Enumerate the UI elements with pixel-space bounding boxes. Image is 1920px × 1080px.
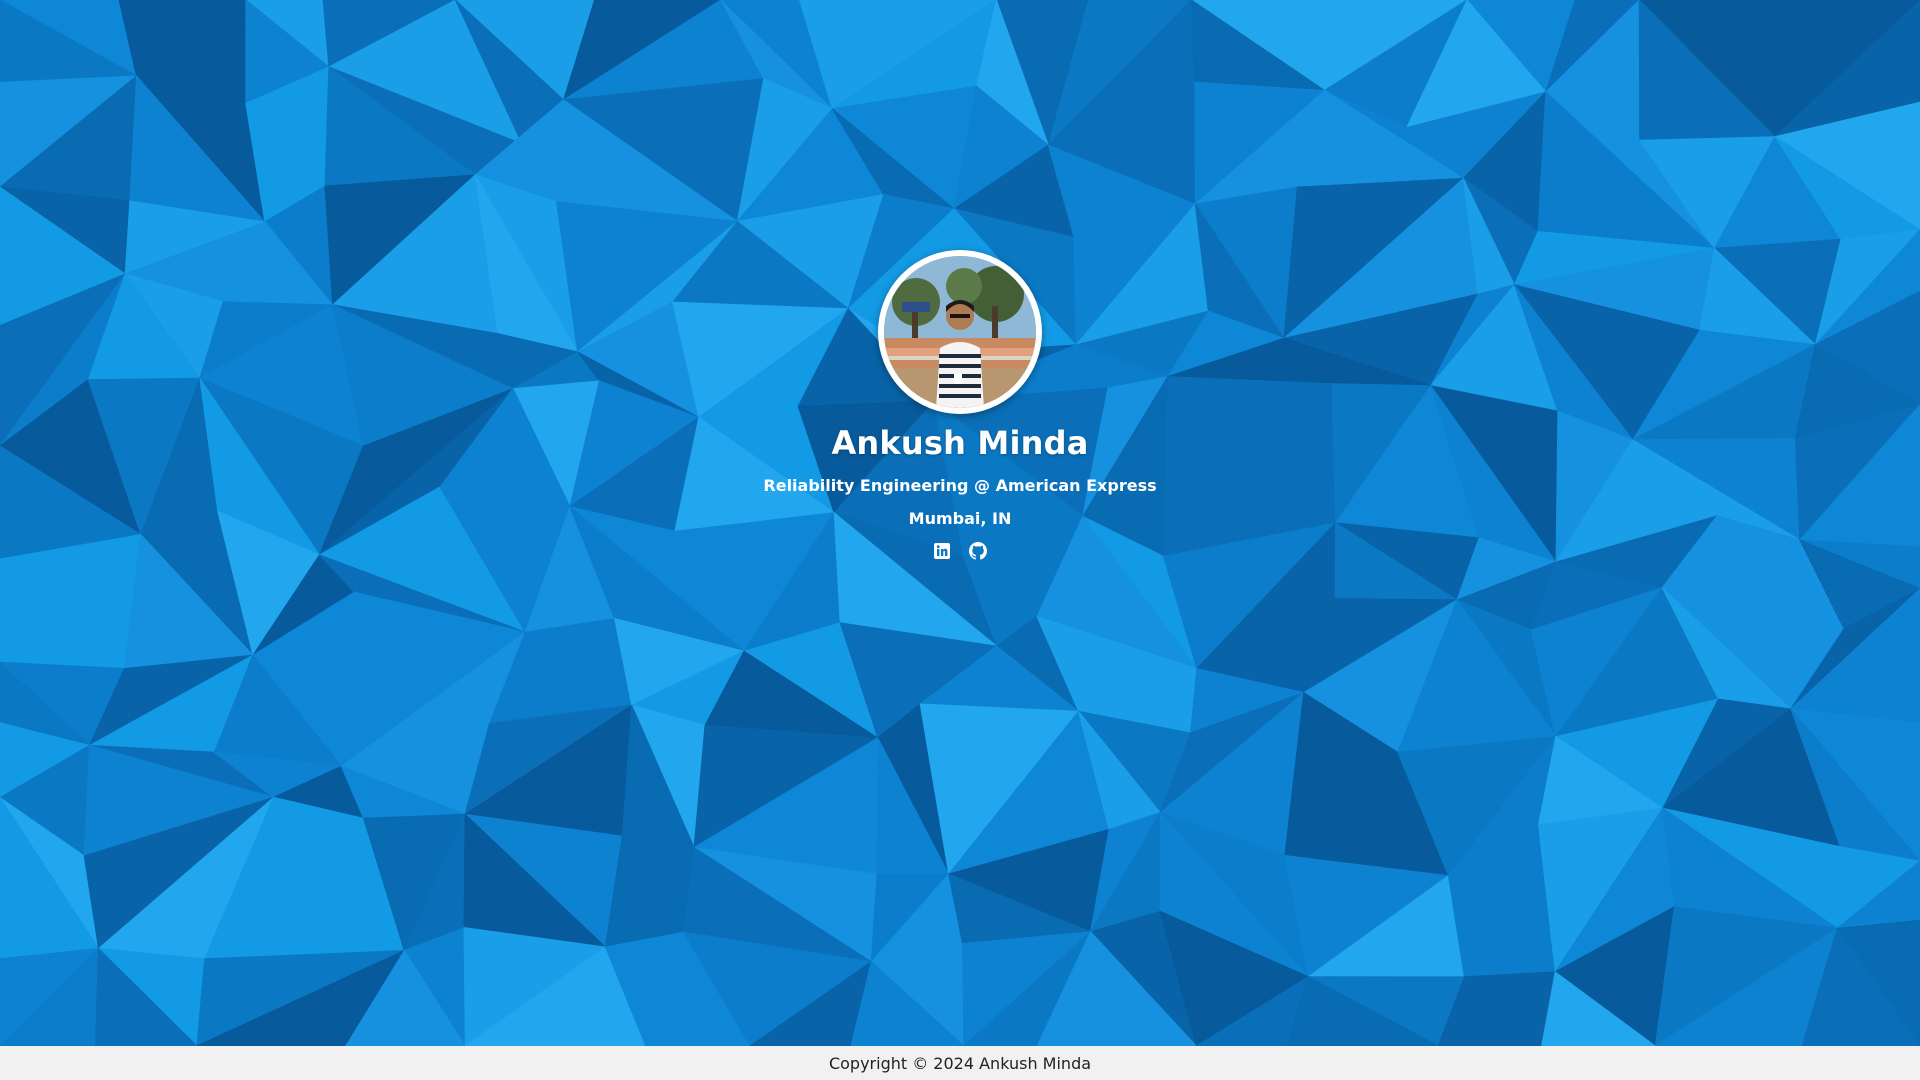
page: Ankush Minda Reliability Engineering @ A… [0, 0, 1920, 1080]
github-icon [969, 542, 987, 560]
linkedin-icon [934, 543, 950, 559]
social-links [933, 542, 987, 560]
linkedin-link[interactable] [933, 542, 951, 560]
profile-role: Reliability Engineering @ American Expre… [763, 476, 1157, 495]
profile-name: Ankush Minda [831, 424, 1089, 462]
footer: Copyright © 2024 Ankush Minda [0, 1046, 1920, 1080]
profile-photo [884, 256, 1036, 408]
profile-card: Ankush Minda Reliability Engineering @ A… [0, 250, 1920, 560]
copyright-text: Copyright © 2024 Ankush Minda [828, 1053, 1092, 1073]
github-link[interactable] [969, 542, 987, 560]
avatar [878, 250, 1042, 414]
profile-location: Mumbai, IN [908, 509, 1012, 528]
